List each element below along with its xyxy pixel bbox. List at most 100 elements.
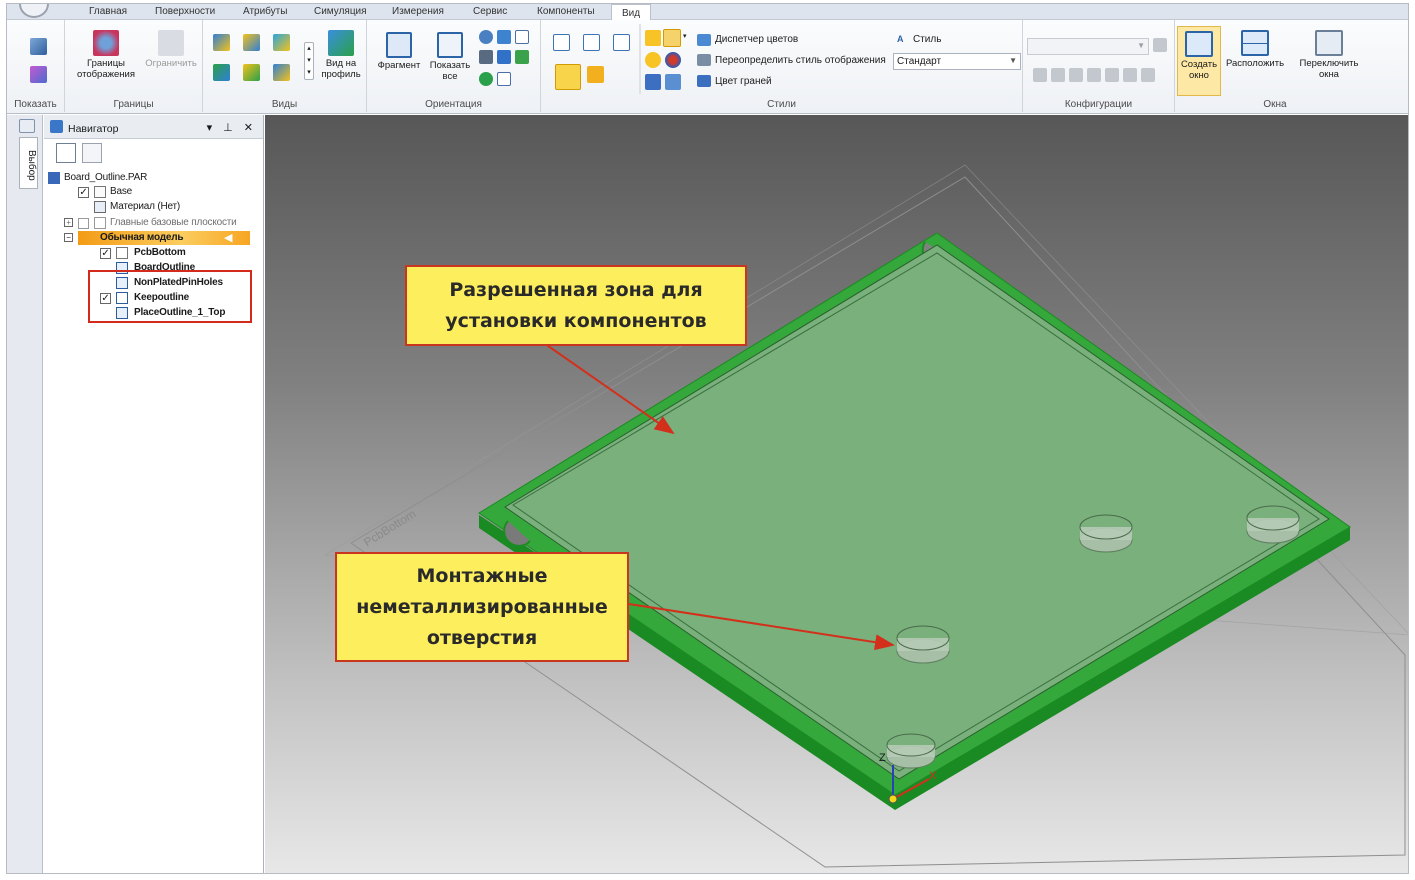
windows-group-label: Окна [1263, 99, 1287, 110]
create-window-button[interactable]: Создать окно [1177, 26, 1221, 96]
ribbon-tab-bar: Главная Поверхности Атрибуты Симуляция И… [7, 4, 1408, 21]
override-style-button[interactable]: Переопределить стиль отображения [715, 55, 886, 66]
plane-icon [94, 217, 106, 229]
style-label: Стиль [913, 34, 942, 45]
view-front-icon[interactable] [213, 34, 230, 51]
tab-simulation[interactable]: Симуляция [314, 6, 367, 20]
view-left-icon[interactable] [273, 64, 290, 81]
tab-surfaces[interactable]: Поверхности [155, 6, 215, 20]
app-window: Главная Поверхности Атрибуты Симуляция И… [6, 3, 1409, 874]
config-tool-6-icon[interactable] [1123, 68, 1137, 82]
hidden-edges-icon[interactable] [583, 34, 600, 51]
sketch-icon [116, 277, 128, 289]
visibility-checkbox[interactable]: ✓ [78, 187, 89, 198]
navigator-header: Навигатор ▾ ⊥ ✕ [44, 115, 263, 139]
config-tool-3-icon[interactable] [1069, 68, 1083, 82]
profile-view-label: Вид на профиль [321, 58, 361, 80]
config-tool-4-icon[interactable] [1087, 68, 1101, 82]
view-bottom-icon[interactable] [243, 64, 260, 81]
visibility-checkbox[interactable] [78, 218, 89, 229]
pan-icon[interactable] [515, 30, 529, 44]
tree-item-ordinary-model[interactable]: − Обычная модель ◀ [64, 231, 250, 246]
view-top-icon[interactable] [243, 34, 260, 51]
display-bounds-button[interactable]: Границы отображения [71, 30, 141, 80]
sphere-icon[interactable] [665, 52, 681, 68]
tab-components[interactable]: Компоненты [537, 6, 595, 20]
save-config-icon[interactable] [1153, 38, 1167, 52]
show-parts-icon[interactable] [30, 66, 47, 83]
shaded-edges-icon[interactable] [587, 66, 604, 83]
zoom-icon[interactable] [479, 30, 493, 44]
navigator-window-controls[interactable]: ▾ ⊥ ✕ [207, 121, 257, 134]
configurations-group: ▼ Конфигурации [1023, 20, 1175, 112]
panel-toggle-icon[interactable] [19, 119, 35, 133]
visibility-checkbox[interactable]: ✓ [100, 248, 111, 259]
ribbon: Показать Границы отображения Ограничить … [7, 20, 1408, 114]
arrange-icon [1241, 30, 1269, 56]
shaded-icon[interactable] [555, 64, 581, 90]
new-window-icon [1185, 31, 1213, 57]
tab-attributes[interactable]: Атрибуты [243, 6, 287, 20]
arrange-button[interactable]: Расположить [1223, 30, 1287, 69]
tab-selection[interactable]: Выбор [19, 137, 38, 189]
tab-measurements[interactable]: Измерения [392, 6, 444, 20]
rotate-icon[interactable] [497, 30, 511, 44]
chevron-down-icon: ▼ [1009, 56, 1017, 65]
face-color-button[interactable]: Цвет граней [715, 76, 772, 87]
visible-edges-icon[interactable] [613, 34, 630, 51]
color-manager-button[interactable]: Диспетчер цветов [715, 34, 798, 45]
material-icon [94, 201, 106, 213]
config-tool-5-icon[interactable] [1105, 68, 1119, 82]
settings-icon[interactable] [82, 143, 102, 163]
view-back-icon[interactable] [213, 64, 230, 81]
callout-placement-zone: Разрешенная зона для установки компонент… [405, 265, 747, 346]
axis-z-label: Z [879, 752, 886, 764]
perspective-icon[interactable] [665, 74, 681, 90]
switch-windows-button[interactable]: Переключить окна [1293, 30, 1365, 80]
tree-item-label: Base [110, 186, 132, 197]
plane-icon [116, 247, 128, 259]
named-views-icon[interactable] [497, 72, 511, 86]
textures-icon[interactable] [663, 29, 681, 47]
reflection-icon[interactable] [645, 74, 661, 90]
callout-line: неметаллизированные [356, 596, 608, 618]
tab-view[interactable]: Вид [611, 4, 652, 21]
shadow-icon[interactable] [645, 52, 661, 68]
tab-service[interactable]: Сервис [473, 6, 507, 20]
sketch-view-icon[interactable] [479, 72, 493, 86]
callout-line: Монтажные [416, 565, 548, 587]
spin-icon[interactable] [497, 50, 511, 64]
graphics-viewport[interactable]: PcbBottom Z X Разрешенная зона для устан… [265, 115, 1408, 873]
common-views-icon[interactable] [515, 50, 529, 64]
render-mode-icon[interactable] [645, 30, 661, 46]
config-tool-2-icon[interactable] [1051, 68, 1065, 82]
fragment-button[interactable]: Фрагмент [371, 32, 427, 71]
tree-view-icon[interactable] [56, 143, 76, 163]
config-tool-1-icon[interactable] [1033, 68, 1047, 82]
styles-group: ▾ Диспетчер цветов Переопределить стиль … [541, 20, 1023, 112]
visibility-checkbox[interactable]: ✓ [100, 293, 111, 304]
config-tool-7-icon[interactable] [1141, 68, 1155, 82]
wireframe-icon[interactable] [553, 34, 570, 51]
tab-home[interactable]: Главная [89, 6, 127, 20]
view-right-icon[interactable] [273, 34, 290, 51]
collapse-icon[interactable]: − [64, 233, 73, 242]
restrict-button[interactable]: Ограничить [141, 30, 201, 69]
look-at-icon[interactable] [479, 50, 493, 64]
profile-view-button[interactable]: Вид на профиль [317, 30, 365, 80]
create-window-label: Создать окно [1180, 59, 1218, 81]
views-scroll-control[interactable]: ▴ ▾ ▾ [304, 42, 314, 80]
application-button[interactable] [19, 4, 49, 18]
color-manager-icon [697, 34, 711, 46]
style-dropdown[interactable]: Стандарт ▼ [893, 53, 1021, 70]
bounds-group: Границы отображения Ограничить Границы [65, 20, 203, 112]
configuration-dropdown[interactable]: ▼ [1027, 38, 1149, 55]
style-icon: A [897, 34, 904, 44]
style-dropdown-value: Стандарт [897, 56, 942, 67]
tree-item-label: Обычная модель [100, 232, 184, 243]
callout-line: отверстия [426, 627, 538, 649]
show-menu-icon[interactable] [30, 38, 47, 55]
configurations-group-label: Конфигурации [1064, 99, 1133, 110]
show-all-button[interactable]: Показать все [425, 32, 475, 82]
expand-icon[interactable]: + [64, 218, 73, 227]
